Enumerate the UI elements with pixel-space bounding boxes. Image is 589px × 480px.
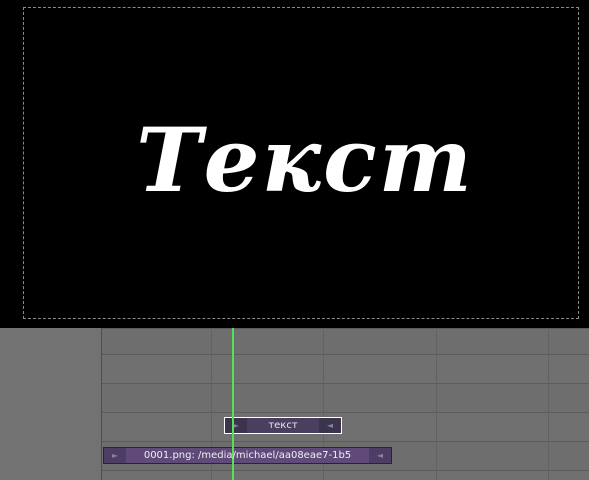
frame-gridline <box>436 328 437 480</box>
strip-right-handle[interactable]: ◄ <box>369 448 391 463</box>
preview-text-render: Текст <box>136 108 474 212</box>
frame-gridline <box>548 328 549 480</box>
strip-left-handle[interactable]: ► <box>225 418 247 433</box>
sequencer-preview: Текст <box>0 0 589 328</box>
strip-left-handle[interactable]: ► <box>104 448 126 463</box>
image-strip[interactable]: ► 0001.png: /media/michael/aa08eae7-1b5 … <box>103 447 392 464</box>
image-strip-label: 0001.png: /media/michael/aa08eae7-1b5 <box>143 450 352 461</box>
text-strip-label: текст <box>268 420 298 431</box>
text-strip[interactable]: ► текст ◄ <box>224 417 342 434</box>
channel-header-column <box>0 328 102 480</box>
strip-right-handle[interactable]: ◄ <box>319 418 341 433</box>
